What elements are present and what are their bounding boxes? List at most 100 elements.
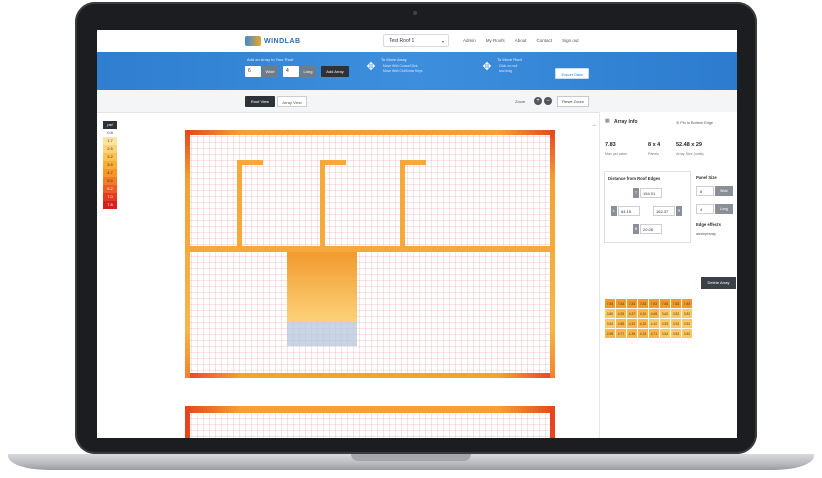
panel-size-title: Panel Size (696, 175, 717, 180)
toolbar: Add an Array to Your Roof 6 Wide 4 Long … (97, 52, 737, 90)
stat-panels-value: 8 x 4 (648, 142, 661, 148)
table-cell[interactable]: 4.32 (637, 318, 649, 329)
zoom-label: Zoom (515, 99, 526, 104)
table-cell[interactable]: 4.10 (648, 318, 660, 329)
table-cell[interactable]: 4.32 (637, 308, 649, 319)
add-array-label: Add an Array to Your Roof (247, 57, 294, 62)
collapse-arrow-icon[interactable]: → (591, 122, 597, 128)
table-cell[interactable]: 3.52 (670, 318, 682, 329)
move-roof-icon: ✥ (482, 61, 492, 73)
table-cell[interactable]: 7.83 (626, 298, 638, 309)
table-cell[interactable]: 4.37 (626, 308, 638, 319)
tab-roof-view[interactable]: Roof View (245, 96, 275, 107)
table-cell[interactable]: 3.53 (659, 318, 671, 329)
table-cell[interactable]: 4.95 (604, 328, 616, 339)
delete-array-button[interactable]: Delete Array (701, 277, 736, 289)
roof-section-lower[interactable] (185, 406, 555, 438)
export-data-button[interactable]: Export Data (555, 68, 589, 79)
table-cell[interactable]: 4.35 (626, 328, 638, 339)
wide-label: Wide (262, 66, 278, 77)
laptop-notch (351, 454, 471, 461)
roof-canvas[interactable] (185, 130, 555, 438)
long-label: Long (300, 66, 316, 77)
table-row: 7.83 7.83 7.83 7.83 7.83 7.83 7.83 7.83 (604, 298, 693, 309)
table-cell[interactable]: 4.77 (615, 328, 627, 339)
zoom-in-button[interactable]: + (534, 97, 542, 105)
table-cell[interactable]: 3.52 (681, 318, 693, 329)
table-cell[interactable]: 4.71 (648, 328, 660, 339)
table-cell[interactable]: 7.83 (637, 298, 649, 309)
reset-zoom-button[interactable]: Reset Zoom (557, 96, 589, 107)
array-info-panel: ▦ Array Info ↯ Pin to Bottom Edge 7.83 M… (599, 112, 737, 438)
dist-left-tag: L (611, 206, 617, 216)
table-cell[interactable]: 7.83 (604, 298, 616, 309)
dist-bottom-input[interactable]: 20.08 (640, 224, 662, 234)
table-cell[interactable]: 4.32 (626, 318, 638, 329)
panel-length-label: Long (715, 204, 733, 214)
dist-top-tag: T (633, 188, 639, 198)
edge-effects-value[interactable]: ansiepraray (696, 232, 716, 236)
table-cell[interactable]: 3.53 (659, 328, 671, 339)
table-cell[interactable]: 4.69 (648, 308, 660, 319)
nav-link-admin[interactable]: Admin (463, 38, 476, 43)
stat-max-psf-value: 7.83 (605, 142, 616, 148)
chevron-down-icon: ▾ (441, 39, 444, 44)
distance-box: Distance from Roof Edges T 154.01 L 84.1… (604, 171, 691, 243)
table-cell[interactable]: 7.83 (615, 298, 627, 309)
stat-array-size-label: Array Size (units) (676, 152, 704, 156)
top-nav: WINDLAB Test Roof 1 ▾ Admin My Roofs Abo… (97, 30, 737, 53)
move-roof-line2: and drag (499, 69, 513, 73)
nav-link-contact[interactable]: Contact (537, 38, 553, 43)
table-cell[interactable]: 7.83 (670, 298, 682, 309)
nav-link-my-roofs[interactable]: My Roofs (486, 38, 505, 43)
table-cell[interactable]: 7.83 (659, 298, 671, 309)
logo[interactable]: WINDLAB (245, 34, 301, 48)
add-array-button[interactable]: Add Array (321, 66, 349, 77)
cols-input[interactable]: 6 (245, 66, 261, 77)
legend-cell: 6.2 (103, 185, 117, 193)
legend-cell: 3.2 (103, 153, 117, 161)
table-cell[interactable]: 4.85 (615, 318, 627, 329)
solar-array[interactable] (287, 322, 357, 346)
tab-array-view[interactable]: Array View (277, 96, 307, 107)
table-cell[interactable]: 3.52 (681, 328, 693, 339)
panel-width-input[interactable]: 8 (696, 186, 714, 196)
table-cell[interactable]: 3.82 (681, 308, 693, 319)
view-bar: Roof View Array View Zoom + − Reset Zoom (97, 90, 737, 113)
move-array-title: To Move Array (381, 57, 407, 62)
panel-length-input[interactable]: 4 (696, 204, 714, 214)
legend-cell: 2.5 (103, 145, 117, 153)
dist-left-input[interactable]: 84.15 (618, 206, 640, 216)
table-cell[interactable]: 7.83 (681, 298, 693, 309)
table-cell[interactable]: 4.33 (615, 308, 627, 319)
grid-icon: ▦ (605, 118, 610, 124)
legend-cell: 7.8 (103, 201, 117, 209)
dist-top-input[interactable]: 154.01 (640, 188, 662, 198)
table-row: 3.80 4.33 4.37 4.32 4.69 3.62 3.82 3.82 (604, 308, 693, 319)
legend-cell: 0.8 (103, 129, 117, 137)
legend-cell: 4.7 (103, 169, 117, 177)
table-cell[interactable]: 3.82 (670, 308, 682, 319)
distance-title: Distance from Roof Edges (608, 176, 661, 181)
table-cell[interactable]: 7.83 (648, 298, 660, 309)
camera-icon (413, 11, 417, 15)
table-cell[interactable]: 3.80 (604, 308, 616, 319)
stat-array-size-value: 52.48 x 29 (676, 142, 702, 148)
rows-input[interactable]: 4 (283, 66, 299, 77)
dist-right-input[interactable]: 162.37 (653, 206, 675, 216)
zoom-out-button[interactable]: − (544, 97, 552, 105)
stat-panels-label: Panels (648, 152, 659, 156)
nav-link-about[interactable]: About (515, 38, 527, 43)
roof-section-main[interactable] (185, 130, 555, 378)
table-cell[interactable]: 3.52 (604, 318, 616, 329)
nav-link-sign-out[interactable]: Sign out (562, 38, 579, 43)
pin-bottom-edge-label: Pin to Bottom Edge (680, 121, 713, 125)
roof-select[interactable]: Test Roof 1 ▾ (383, 34, 449, 47)
table-cell[interactable]: 3.52 (670, 328, 682, 339)
legend-cell: 5.5 (103, 177, 117, 185)
table-cell[interactable]: 4.33 (637, 328, 649, 339)
pin-bottom-edge-link[interactable]: ↯ Pin to Bottom Edge (676, 120, 713, 125)
stat-max-psf-label: Max psf value (605, 152, 628, 156)
roof-select-value: Test Roof 1 (389, 38, 415, 44)
table-cell[interactable]: 3.62 (659, 308, 671, 319)
